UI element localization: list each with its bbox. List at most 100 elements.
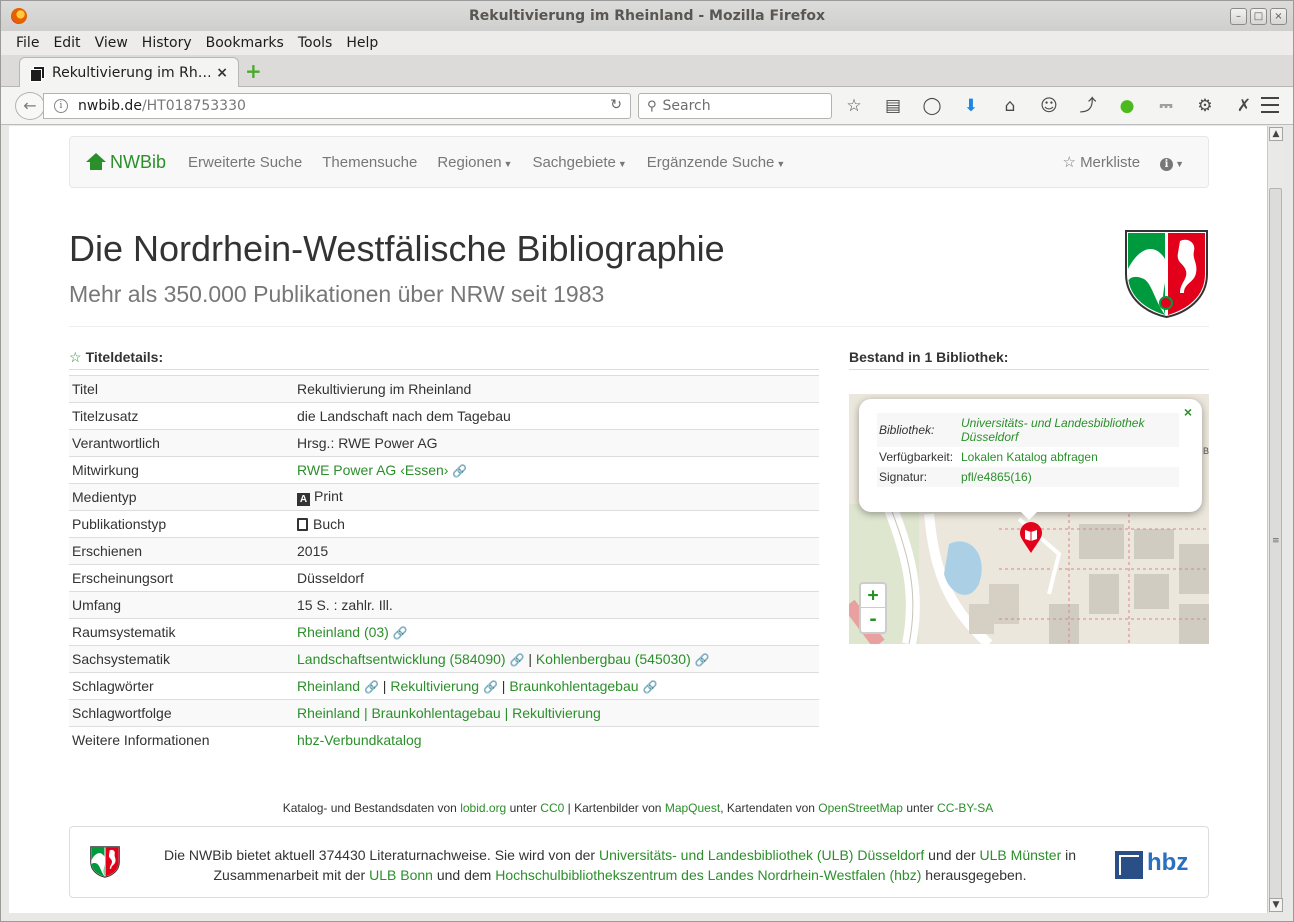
row-value: Rekultivierung im Rheinland [294,375,819,403]
zoom-in-button[interactable]: + [861,584,885,608]
signature-link[interactable]: pfl/e4865(16) [961,470,1032,484]
link-icon[interactable]: 🔗 [452,464,467,478]
row-value: 2015 [294,537,819,565]
hamburger-menu-icon[interactable] [1261,97,1279,113]
row-label: Verantwortlich [69,429,294,457]
nav-erweiterte-suche[interactable]: Erweiterte Suche [178,154,312,171]
brand-link[interactable]: NWBib [86,152,166,173]
nrw-coat-of-arms-icon [1125,230,1208,319]
url-bar[interactable]: i nwbib.de /HT018753330 ↻ [43,93,631,119]
schlagwort-link-3[interactable]: Braunkohlentagebau [509,678,638,694]
nav-sachgebiete-label: Sachgebiete [532,153,616,171]
table-row: Titelzusatz die Landschaft nach dem Tage… [69,402,819,430]
lobid-link[interactable]: lobid.org [460,801,506,815]
caret-down-icon: ▼ [503,158,513,169]
nav-themensuche[interactable]: Themensuche [312,154,427,171]
menu-edit[interactable]: Edit [46,35,87,51]
tools-extension-icon[interactable]: ✗ [1233,95,1255,117]
menu-file[interactable]: File [9,35,46,51]
clipboard-extension-icon[interactable]: ⎓ [1155,95,1177,117]
schlagwort-link-1[interactable]: Rheinland [297,678,360,694]
pin-tool-icon[interactable]: ⤴ [1077,95,1099,117]
link-icon[interactable]: 🔗 [642,680,657,694]
nav-info-dropdown[interactable]: i ▼ [1150,154,1194,171]
nav-regionen-label: Regionen [437,153,502,171]
bookmark-star-icon[interactable]: ☆ [843,95,865,117]
menu-tools[interactable]: Tools [291,35,340,51]
hbz-logo[interactable]: hbz [1115,849,1188,879]
library-map[interactable]: er B × Bibliothek: Universitäts- und Lan… [849,394,1209,644]
menu-bookmarks[interactable]: Bookmarks [199,35,291,51]
back-arrow-icon[interactable]: ← [15,92,45,120]
tab-title: Rekultivierung im Rh… [52,64,211,81]
raumsystematik-link[interactable]: Rheinland (03) [297,624,389,640]
ulb-duesseldorf-link[interactable]: Universitäts- und Landesbibliothek (ULB)… [599,847,924,863]
table-row: Mitwirkung RWE Power AG ‹Essen› 🔗 [69,456,819,484]
popup-tip [1019,510,1039,520]
reload-icon[interactable]: ↻ [610,97,622,113]
link-icon[interactable]: 🔗 [509,653,524,667]
link-icon[interactable]: 🔗 [695,653,710,667]
tab-active[interactable]: Rekultivierung im Rh… × [19,57,239,87]
link-icon[interactable]: 🔗 [364,680,379,694]
nav-regionen[interactable]: Regionen ▼ [427,154,522,171]
openstreetmap-link[interactable]: OpenStreetMap [818,801,903,815]
toolbar-icons: ☆ ▤ ◯ ⬇ ⌂ ☺ ⤴ ● ⎓ ⚙ ✗ [843,95,1272,117]
smiley-icon[interactable]: ☺ [1038,95,1060,117]
mapquest-link[interactable]: MapQuest [665,801,720,815]
library-link[interactable]: Universitäts- und Landesbibliothek Düsse… [961,416,1144,444]
popup-key: Bibliothek: [879,423,935,437]
green-status-dot-icon[interactable]: ● [1116,95,1138,117]
nav-merkliste[interactable]: ☆ Merkliste [1052,153,1150,171]
cc0-link[interactable]: CC0 [540,801,564,815]
menu-view[interactable]: View [88,35,135,51]
title-details-table: Titel Rekultivierung im Rheinland Titelz… [69,375,819,754]
home-icon[interactable]: ⌂ [999,95,1021,117]
minimize-button[interactable]: – [1230,8,1247,25]
nav-ergaenzende-suche[interactable]: Ergänzende Suche ▼ [637,154,796,171]
new-tab-plus-icon[interactable]: + [245,61,262,81]
medientyp-value: Print [314,488,343,504]
menu-history[interactable]: History [135,35,199,51]
maximize-button[interactable]: □ [1250,8,1267,25]
schlagwort-link-2[interactable]: Rekultivierung [390,678,479,694]
nav-right: ☆ Merkliste i ▼ [1052,153,1194,171]
zoom-out-button[interactable]: - [861,608,885,632]
cc-by-sa-link[interactable]: CC-BY-SA [937,801,993,815]
site-info-icon[interactable]: i [54,99,68,113]
site-footer: Die NWBib bietet aktuell 374430 Literatu… [69,826,1209,898]
scroll-up-arrow-icon[interactable]: ▲ [1269,127,1283,141]
url-path: /HT018753330 [141,98,246,114]
tab-close-icon[interactable]: × [216,65,228,81]
mitwirkung-link[interactable]: RWE Power AG ‹Essen› [297,462,448,478]
search-input[interactable]: ⚲ Search [638,93,832,119]
close-window-button[interactable]: × [1270,8,1287,25]
navigation-toolbar: ← i nwbib.de /HT018753330 ↻ ⚲ Search ☆ ▤… [1,87,1293,125]
sachsystematik-link-1[interactable]: Landschaftsentwicklung (584090) [297,651,506,667]
tab-strip: Rekultivierung im Rh… × + [1,55,1293,87]
footer-plain: herausgegeben. [925,867,1027,883]
schlagwortfolge-link[interactable]: Rheinland | Braunkohlentagebau | Rekulti… [297,705,601,721]
pocket-icon[interactable]: ◯ [921,95,943,117]
local-catalog-link[interactable]: Lokalen Katalog abfragen [961,450,1098,464]
downloads-arrow-icon[interactable]: ⬇ [960,95,982,117]
ulb-muenster-link[interactable]: ULB Münster [980,847,1062,863]
row-label: Sachsystematik [69,645,294,673]
vertical-scrollbar[interactable]: ▲ ≡ ▼ [1267,126,1283,913]
scroll-down-arrow-icon[interactable]: ▼ [1269,898,1283,912]
caret-down-icon: ▼ [1175,158,1184,169]
verbundkatalog-link[interactable]: hbz-Verbundkatalog [297,732,422,748]
network-extension-icon[interactable]: ⚙ [1194,95,1216,117]
hbz-link[interactable]: Hochschulbibliothekszentrum des Landes N… [495,867,921,883]
sachsystematik-link-2[interactable]: Kohlenbergbau (545030) [536,651,691,667]
titeldetails-divider [69,369,819,370]
nav-sachgebiete[interactable]: Sachgebiete ▼ [522,154,636,171]
menu-help[interactable]: Help [339,35,385,51]
popup-close-icon[interactable]: × [1184,404,1192,420]
link-icon[interactable]: 🔗 [483,680,498,694]
reader-view-icon[interactable]: ▤ [882,95,904,117]
info-circle-icon: i [1160,157,1174,171]
ulb-bonn-link[interactable]: ULB Bonn [369,867,433,883]
map-marker-book-icon[interactable] [1019,522,1043,554]
link-icon[interactable]: 🔗 [393,626,408,640]
